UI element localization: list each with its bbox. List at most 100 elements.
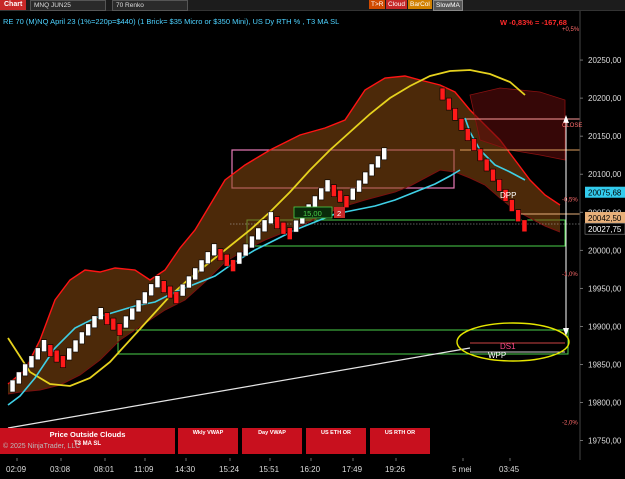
- day-vwap-box: Day VWAP: [242, 428, 302, 454]
- renko-brick: [337, 189, 344, 203]
- renko-brick: [28, 355, 35, 369]
- x-tick-label: 19:26: [385, 465, 406, 474]
- weekly-vwap-label: Wkly VWAP: [192, 430, 224, 436]
- trade-qty-label: 15,00: [303, 209, 322, 218]
- renko-brick: [312, 195, 318, 209]
- x-tick-label: 16:20: [300, 465, 321, 474]
- renko-brick: [179, 283, 186, 297]
- renko-brick: [116, 323, 123, 336]
- trade-count-label: 2: [337, 209, 341, 218]
- renko-brick: [274, 216, 281, 229]
- x-tick-label: 15:51: [259, 465, 280, 474]
- pnl-readout: W -0,83% = -167,68: [500, 18, 567, 27]
- y-tick-label: 20100,00: [588, 170, 622, 179]
- y-tick-label: 19900,00: [588, 322, 622, 331]
- renko-brick: [97, 307, 104, 321]
- x-tick-label: 5 mei: [452, 465, 472, 474]
- renko-brick: [521, 219, 528, 233]
- renko-brick: [261, 219, 268, 233]
- renko-brick: [375, 155, 381, 169]
- renko-brick: [198, 259, 205, 273]
- renko-brick: [477, 148, 484, 162]
- renko-brick: [110, 317, 117, 331]
- renko-brick: [343, 195, 350, 208]
- renko-brick: [318, 187, 325, 201]
- y-tick-label: 20200,00: [588, 94, 622, 103]
- renko-brick: [330, 184, 337, 197]
- renko-brick: [60, 355, 66, 368]
- pivot-label: WPP: [488, 351, 506, 360]
- x-tick-label: 08:01: [94, 465, 115, 474]
- us-rth-or-label: US RTH OR: [384, 430, 416, 436]
- renko-brick: [79, 331, 85, 345]
- y-tick-label: 20000,00: [588, 246, 622, 255]
- x-tick-label: 14:30: [175, 465, 196, 474]
- indicator-header: RE 70 (M)NQ April 23 (1%=220p=$440) (1 B…: [3, 17, 340, 26]
- price-outside-clouds-title: Price Outside Clouds: [49, 430, 126, 439]
- renko-brick: [490, 168, 496, 182]
- level-label: -0,5%: [562, 198, 578, 204]
- price-chart[interactable]: 19750,00 19800,00 19850,00 19900,00 19950,00…: [0, 0, 625, 479]
- y-tick-label: 19800,00: [588, 399, 622, 408]
- renko-brick: [458, 118, 465, 131]
- x-tick-label: 03:08: [50, 465, 71, 474]
- renko-brick: [186, 275, 192, 289]
- renko-brick: [173, 291, 180, 304]
- renko-brick: [230, 259, 236, 272]
- level-label: -1,0%: [562, 272, 578, 278]
- x-tick-label: 03:45: [499, 465, 520, 474]
- renko-brick: [47, 344, 54, 357]
- level-label: CLOSE: [562, 123, 582, 129]
- renko-brick: [445, 97, 452, 111]
- renko-brick: [280, 221, 287, 235]
- renko-brick: [192, 267, 199, 281]
- renko-brick: [452, 108, 459, 121]
- renko-brick: [15, 371, 22, 385]
- renko-brick: [242, 243, 249, 257]
- renko-brick: [217, 248, 224, 261]
- renko-brick: [368, 163, 375, 177]
- y-tick-label: 19750,00: [588, 437, 622, 446]
- renko-brick: [471, 138, 477, 151]
- renko-brick: [148, 283, 155, 297]
- renko-brick: [362, 171, 369, 185]
- renko-brick: [167, 285, 173, 299]
- x-tick-label: 17:49: [342, 465, 363, 474]
- y-tick-label: 20250,00: [588, 56, 622, 65]
- renko-brick: [349, 187, 356, 201]
- renko-brick: [104, 312, 110, 326]
- renko-brick: [286, 227, 293, 240]
- renko-brick: [160, 280, 167, 294]
- us-eth-or-label: US ETH OR: [321, 430, 351, 436]
- renko-brick: [123, 315, 129, 329]
- renko-brick: [508, 199, 515, 212]
- renko-brick: [255, 227, 262, 241]
- renko-brick: [66, 347, 73, 361]
- us-rth-or-box: US RTH OR: [370, 428, 430, 454]
- renko-brick: [205, 251, 211, 265]
- renko-brick: [22, 363, 29, 377]
- us-eth-or-box: US ETH OR: [306, 428, 366, 454]
- plot-background: [0, 11, 625, 479]
- pivot-label: DS1: [500, 342, 516, 351]
- price-tag-label: 20027,75: [588, 225, 622, 234]
- x-tick-label: 11:09: [134, 465, 154, 474]
- renko-brick: [236, 251, 243, 265]
- price-outside-clouds-box: Price Outside Clouds T3 MA SL: [0, 428, 175, 454]
- renko-brick: [293, 219, 299, 233]
- x-tick-label: 15:24: [219, 465, 240, 474]
- x-tick-label: 02:09: [6, 465, 27, 474]
- renko-brick: [223, 253, 230, 267]
- renko-brick: [211, 243, 218, 257]
- price-tag-label: 20042,50: [588, 214, 622, 223]
- renko-brick: [72, 339, 79, 353]
- renko-brick: [515, 209, 521, 222]
- y-tick-label: 19850,00: [588, 360, 622, 369]
- renko-brick: [496, 179, 503, 192]
- renko-brick: [34, 347, 41, 361]
- y-tick-label: 20150,00: [588, 132, 622, 141]
- renko-brick: [324, 179, 331, 193]
- renko-brick: [483, 158, 490, 172]
- renko-brick: [41, 339, 47, 353]
- renko-brick: [267, 211, 274, 225]
